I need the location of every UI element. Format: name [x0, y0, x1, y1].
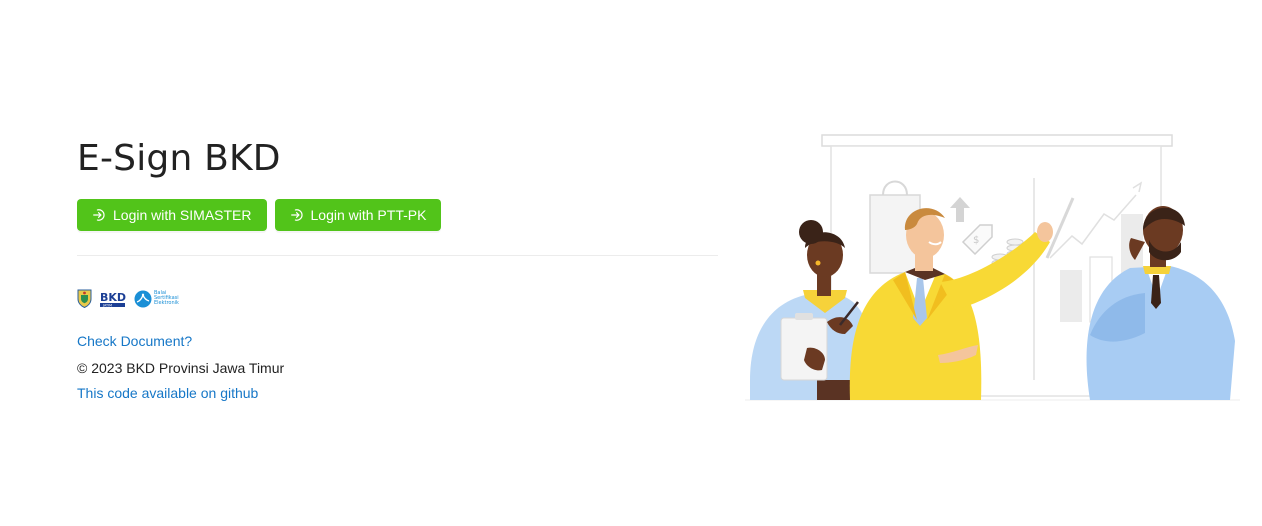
svg-text:JATIM: JATIM [102, 303, 112, 307]
login-icon [290, 208, 304, 222]
login-pttpk-label: Login with PTT-PK [310, 207, 427, 223]
business-team-illustration: $ [745, 134, 1240, 401]
login-simaster-button[interactable]: Login with SIMASTER [77, 199, 267, 231]
copyright-text: © 2023 BKD Provinsi Jawa Timur [77, 360, 285, 376]
jatim-emblem-logo [77, 289, 92, 308]
github-link[interactable]: This code available on github [77, 385, 258, 401]
login-icon [92, 208, 106, 222]
bsre-text: Balai Sertifikasi Elektronik [154, 290, 179, 306]
svg-text:BKD: BKD [100, 291, 126, 304]
bkd-jatim-logo: BKD JATIM [100, 291, 126, 307]
divider [77, 255, 718, 256]
page-title: E-Sign BKD [77, 138, 281, 179]
svg-text:$: $ [973, 235, 979, 246]
login-simaster-label: Login with SIMASTER [113, 207, 252, 223]
bsre-logo: Balai Sertifikasi Elektronik [134, 290, 179, 308]
login-buttons: Login with SIMASTER Login with PTT-PK [77, 199, 442, 231]
login-pttpk-button[interactable]: Login with PTT-PK [274, 199, 442, 231]
check-document-link[interactable]: Check Document? [77, 333, 192, 349]
partner-logos: BKD JATIM Balai Sertifikasi Elektronik [77, 289, 179, 308]
bsre-emblem-icon [134, 290, 152, 307]
